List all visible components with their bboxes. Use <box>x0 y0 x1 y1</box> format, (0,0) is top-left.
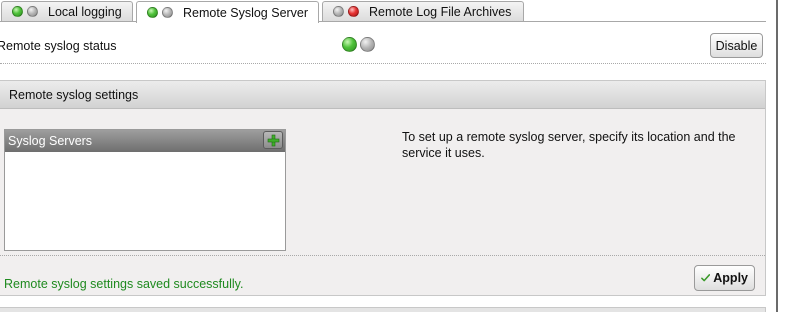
status-red-icon <box>348 6 359 17</box>
apply-label: Apply <box>713 271 748 285</box>
divider <box>0 63 766 64</box>
syslog-servers-header: Syslog Servers <box>5 130 285 152</box>
remote-syslog-settings-panel: Remote syslog settings Syslog Servers To… <box>0 80 766 296</box>
tab-remote-syslog-server[interactable]: Remote Syslog Server <box>136 1 319 23</box>
tab-label: Local logging <box>48 4 122 19</box>
tab-bar: Local logging Remote Syslog Server Remot… <box>0 0 785 23</box>
status-green-icon <box>147 7 158 18</box>
success-message: Remote syslog settings saved successfull… <box>4 277 244 291</box>
syslog-servers-box: Syslog Servers <box>4 129 286 251</box>
help-text: To set up a remote syslog server, specif… <box>402 130 736 160</box>
remote-syslog-status-indicator <box>342 37 375 52</box>
tab-remote-log-file-archives[interactable]: Remote Log File Archives <box>322 1 524 21</box>
panel-header: Remote syslog settings <box>0 81 765 109</box>
next-panel-header <box>0 307 766 312</box>
checkmark-icon <box>701 274 711 282</box>
status-gray-icon <box>162 7 173 18</box>
tab-label: Remote Log File Archives <box>369 4 512 19</box>
disable-button[interactable]: Disable <box>710 33 763 58</box>
divider <box>0 255 765 256</box>
tab-local-logging[interactable]: Local logging <box>1 1 133 21</box>
tab-label: Remote Syslog Server <box>183 5 309 20</box>
status-gray-icon <box>27 6 38 17</box>
status-green-icon <box>342 37 357 52</box>
status-gray-icon <box>360 37 375 52</box>
syslog-servers-title: Syslog Servers <box>8 134 93 148</box>
syslog-servers-list[interactable] <box>5 152 285 250</box>
window-edge-divider <box>776 0 778 312</box>
remote-syslog-status-row: Remote syslog status Disable <box>0 22 766 64</box>
apply-button[interactable]: Apply <box>694 265 755 291</box>
panel-title: Remote syslog settings <box>9 87 139 102</box>
status-gray-icon <box>333 6 344 17</box>
add-server-button[interactable] <box>263 131 283 149</box>
remote-syslog-status-label: Remote syslog status <box>0 39 117 53</box>
plus-icon <box>267 134 279 146</box>
status-green-icon <box>12 6 23 17</box>
